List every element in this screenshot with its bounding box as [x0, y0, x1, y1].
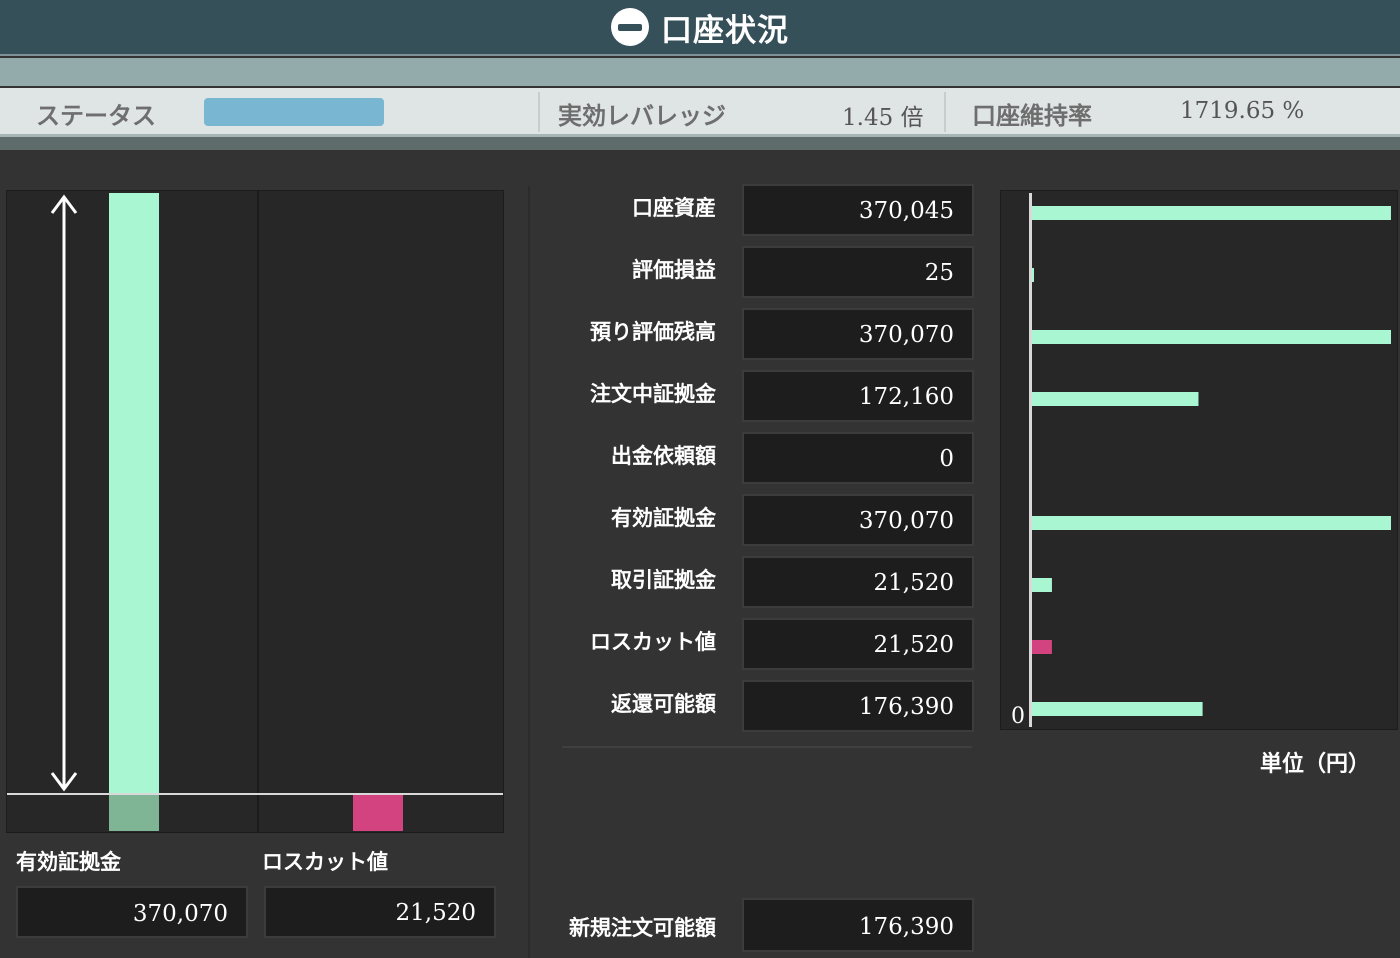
- row-value: 21,520: [742, 618, 974, 670]
- amount-bar: [1031, 392, 1199, 406]
- amount-bar: [1031, 578, 1052, 592]
- effective-margin-bar: [109, 193, 159, 793]
- row-value: 21,520: [742, 556, 974, 608]
- status-divider: [944, 92, 946, 132]
- chart-axis: [1029, 193, 1032, 727]
- header-band: [0, 58, 1400, 86]
- row-value: 25: [742, 246, 974, 298]
- maintenance-label: 口座維持率: [972, 102, 1092, 130]
- lower-band: [0, 137, 1400, 150]
- page-title: 口座状況: [661, 12, 789, 49]
- amount-bar: [1031, 516, 1391, 530]
- row-value: 172,160: [742, 370, 974, 422]
- row-value: 370,045: [742, 184, 974, 236]
- amount-bar: [1031, 206, 1391, 220]
- leverage-label: 実効レバレッジ: [558, 102, 726, 130]
- amount-bar-chart: [1000, 190, 1398, 730]
- new-order-label: 新規注文可能額: [569, 916, 716, 940]
- row-label: 注文中証拠金: [590, 382, 716, 406]
- amount-bar: [1031, 702, 1203, 716]
- row-value: 370,070: [742, 308, 974, 360]
- amount-bar: [1031, 330, 1391, 344]
- row-label: 預り評価残高: [590, 320, 716, 344]
- title-bar: 口座状況: [0, 0, 1400, 56]
- row-value: 370,070: [742, 494, 974, 546]
- minus-circle-icon[interactable]: [611, 8, 649, 46]
- bar-baseline: [7, 793, 503, 795]
- losscut-bar: [353, 795, 403, 831]
- amount-bar: [1031, 640, 1052, 654]
- effective-margin-label: 有効証拠金: [16, 850, 121, 874]
- margin-bar-chart: [6, 190, 504, 833]
- rows-divider: [562, 746, 972, 748]
- row-label: 返還可能額: [611, 692, 716, 716]
- losscut-label: ロスカット値: [262, 850, 388, 874]
- status-indicator: [204, 98, 384, 126]
- row-value: 0: [742, 432, 974, 484]
- bar-divider: [257, 191, 259, 832]
- panel-divider: [528, 186, 530, 958]
- status-bar: ステータス 実効レバレッジ 1.45 倍 口座維持率 1719.65 %: [0, 88, 1400, 137]
- row-label: 口座資産: [632, 196, 716, 220]
- row-label: ロスカット値: [590, 630, 716, 654]
- row-label: 有効証拠金: [611, 506, 716, 530]
- row-label: 取引証拠金: [611, 568, 716, 592]
- status-divider: [538, 92, 540, 132]
- row-label: 出金依頼額: [611, 444, 716, 468]
- losscut-value: 21,520: [264, 886, 496, 938]
- leverage-value: 1.45 倍: [842, 105, 924, 131]
- status-label: ステータス: [36, 102, 156, 130]
- row-label: 評価損益: [632, 258, 716, 282]
- margin-bar-chart-svg: [50, 193, 403, 831]
- row-value: 176,390: [742, 680, 974, 732]
- unit-label: 単位（円）: [1260, 752, 1371, 777]
- effective-margin-bar-base: [109, 795, 159, 831]
- maintenance-value: 1719.65 %: [1180, 98, 1305, 124]
- new-order-value: 176,390: [742, 898, 974, 952]
- amount-bar-chart-svg: [1031, 206, 1391, 716]
- axis-zero-label: 0: [1011, 704, 1025, 729]
- effective-margin-value: 370,070: [16, 886, 248, 938]
